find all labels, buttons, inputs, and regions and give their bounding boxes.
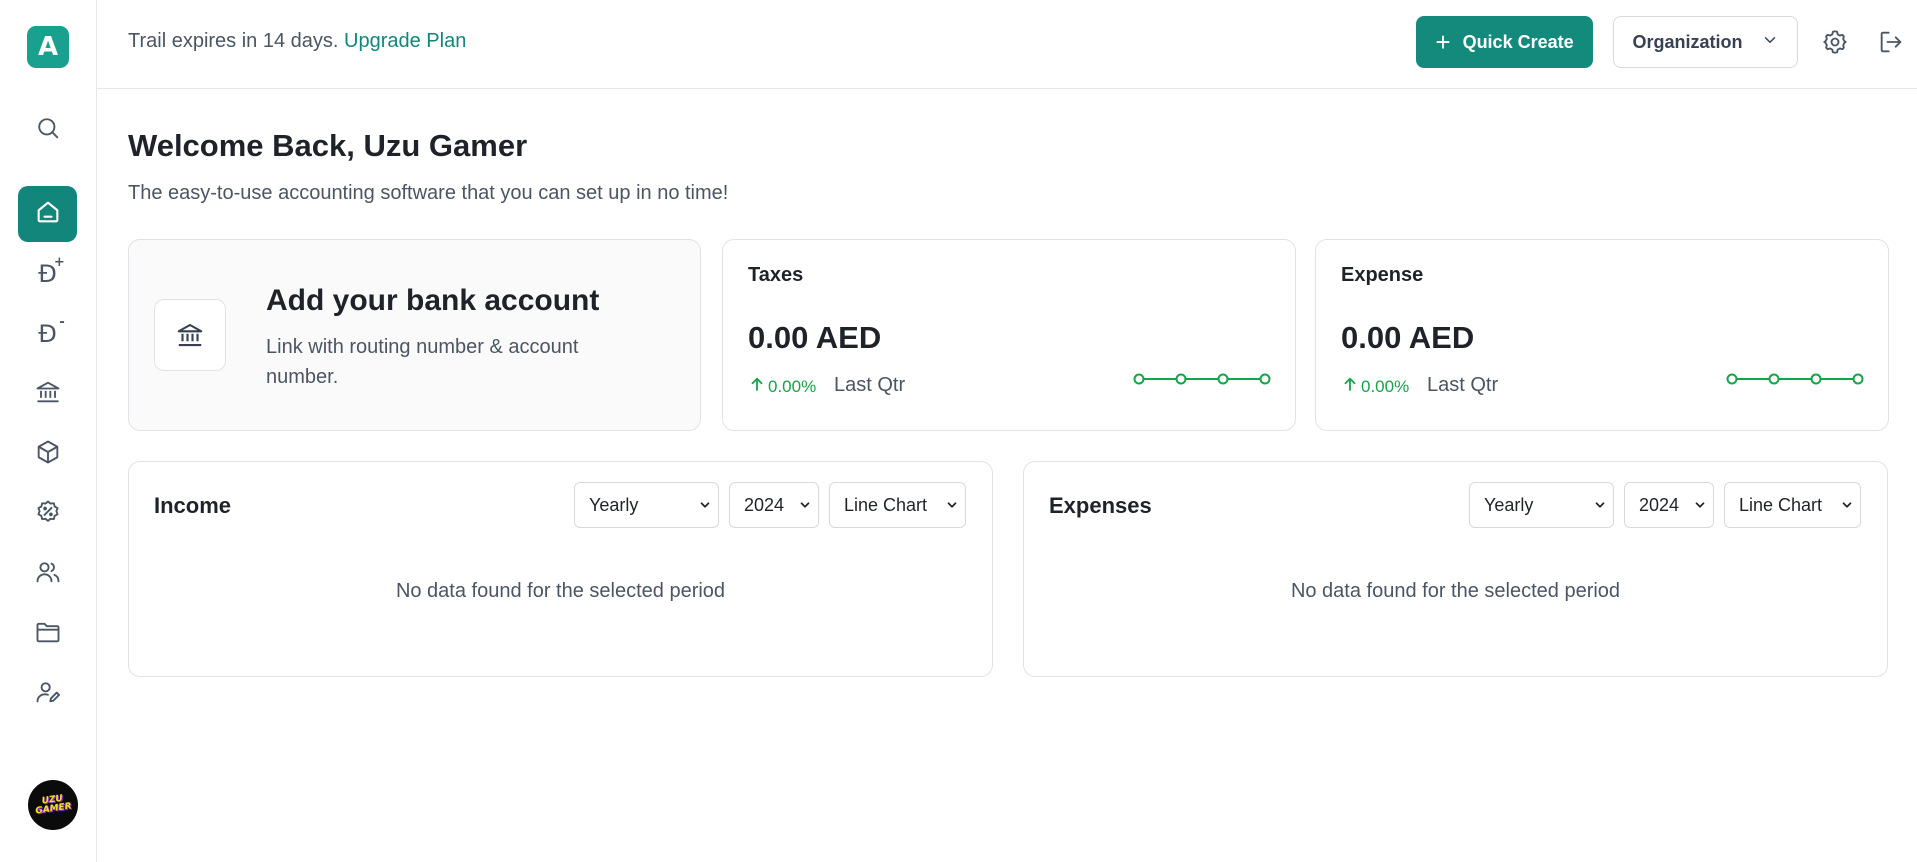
page-title: Welcome Back, Uzu Gamer: [128, 128, 528, 163]
stat-title: Taxes: [748, 264, 804, 286]
sparkline: [1726, 373, 1864, 385]
sparkline: [1133, 373, 1271, 385]
search-icon: [34, 114, 62, 147]
sidebar-item-banking[interactable]: [18, 368, 77, 420]
stat-amount: 0.00 AED: [748, 320, 882, 355]
chart-type-select[interactable]: Line Chart: [1724, 482, 1861, 528]
logout-icon: [1877, 31, 1905, 60]
frequency-select[interactable]: Yearly: [574, 482, 719, 528]
avatar-logo-text: UZU GAMER: [34, 793, 73, 817]
frequency-select[interactable]: Yearly: [1469, 482, 1614, 528]
topbar: Trail expires in 14 days. Upgrade Plan +…: [97, 0, 1917, 89]
sidebar-item-contacts[interactable]: [18, 548, 77, 600]
app-logo[interactable]: A: [27, 26, 69, 68]
select-value: 2024: [744, 494, 785, 515]
sparkline-point: [1810, 373, 1822, 385]
sidebar-item-home[interactable]: [18, 186, 77, 242]
add-bank-account-card[interactable]: Add your bank account Link with routing …: [128, 239, 701, 431]
chevron-down-icon: [1761, 31, 1779, 54]
upgrade-plan-link[interactable]: Upgrade Plan: [344, 30, 466, 52]
sparkline-point: [1259, 373, 1271, 385]
sparkline-point: [1133, 373, 1145, 385]
organization-label: Organization: [1632, 31, 1743, 52]
expense-card: Expense 0.00 AED 0.00% Last Qtr: [1315, 239, 1889, 431]
empty-state-text: No data found for the selected period: [395, 580, 726, 602]
organization-dropdown[interactable]: Organization: [1613, 16, 1798, 68]
dirham-plus-icon: Đ +: [38, 255, 65, 288]
empty-state-text: No data found for the selected period: [1290, 580, 1621, 602]
settings-button[interactable]: [1821, 28, 1849, 56]
user-edit-icon: [34, 678, 62, 711]
sidebar-item-products[interactable]: [18, 428, 77, 480]
chevron-down-icon: [1595, 502, 1605, 508]
sidebar-item-documents[interactable]: [18, 608, 77, 660]
sparkline-point: [1217, 373, 1229, 385]
select-value: Line Chart: [1739, 494, 1823, 515]
chevron-down-icon: [1842, 502, 1852, 508]
chart-title: Income: [154, 493, 232, 518]
arrow-up-icon: [748, 375, 766, 398]
year-select[interactable]: 2024: [729, 482, 819, 528]
chart-type-select[interactable]: Line Chart: [829, 482, 966, 528]
avatar[interactable]: UZU GAMER: [28, 780, 78, 830]
year-select[interactable]: 2024: [1624, 482, 1714, 528]
bank-icon: [154, 299, 226, 371]
chevron-down-icon: [700, 502, 710, 508]
stat-change-value: 0.00%: [1361, 376, 1410, 396]
bank-icon: [34, 378, 62, 411]
sidebar-item-income[interactable]: Đ +: [18, 248, 77, 300]
quick-create-label: Quick Create: [1462, 31, 1574, 52]
sparkline-point: [1726, 373, 1738, 385]
percent-badge-icon: [34, 498, 62, 531]
plus-icon: +: [1435, 27, 1451, 57]
sparkline-point: [1175, 373, 1187, 385]
stat-amount: 0.00 AED: [1341, 320, 1475, 355]
bank-card-description: Link with routing number & account numbe…: [266, 336, 579, 388]
sidebar-item-search[interactable]: [18, 104, 77, 156]
select-value: Yearly: [589, 494, 639, 515]
app: A Đ + Đ- UZU GAMER Trail expires in 14 d…: [0, 0, 1917, 862]
sidebar-item-user-edit[interactable]: [18, 668, 77, 720]
expenses-chart-card: Expenses Yearly 2024 Line Chart No data …: [1023, 461, 1888, 677]
income-chart-card: Income Yearly 2024 Line Chart No data fo…: [128, 461, 993, 677]
chevron-down-icon: [1695, 502, 1705, 508]
select-value: 2024: [1639, 494, 1680, 515]
trial-banner: Trail expires in 14 days. Upgrade Plan: [128, 30, 466, 53]
dirham-minus-icon: Đ-: [38, 315, 65, 348]
taxes-card: Taxes 0.00 AED 0.00% Last Qtr: [722, 239, 1296, 431]
page-subtitle: The easy-to-use accounting software that…: [128, 182, 729, 204]
stat-period: Last Qtr: [1427, 374, 1499, 396]
folder-icon: [34, 618, 62, 651]
gear-icon: [1821, 30, 1849, 60]
chevron-down-icon: [947, 502, 957, 508]
box-icon: [34, 438, 62, 471]
chevron-down-icon: [800, 502, 810, 508]
select-value: Yearly: [1484, 494, 1534, 515]
logout-button[interactable]: [1877, 28, 1905, 56]
stat-change: 0.00%: [748, 375, 816, 398]
trial-text: Trail expires in 14 days.: [128, 30, 339, 52]
home-icon: [34, 198, 62, 231]
chart-title: Expenses: [1049, 493, 1152, 518]
stat-change: 0.00%: [1341, 375, 1409, 398]
arrow-up-icon: [1341, 375, 1359, 398]
sparkline-point: [1852, 373, 1864, 385]
sparkline-point: [1768, 373, 1780, 385]
sidebar-item-expense[interactable]: Đ-: [18, 308, 77, 360]
sidebar: A Đ + Đ- UZU GAMER: [0, 0, 97, 862]
stat-period: Last Qtr: [834, 374, 906, 396]
stat-change-value: 0.00%: [768, 376, 817, 396]
select-value: Line Chart: [844, 494, 928, 515]
bank-card-title: Add your bank account: [266, 284, 600, 317]
sidebar-item-taxes[interactable]: [18, 488, 77, 540]
users-icon: [34, 558, 62, 591]
quick-create-button[interactable]: + Quick Create: [1416, 16, 1593, 68]
stat-title: Expense: [1341, 264, 1424, 286]
